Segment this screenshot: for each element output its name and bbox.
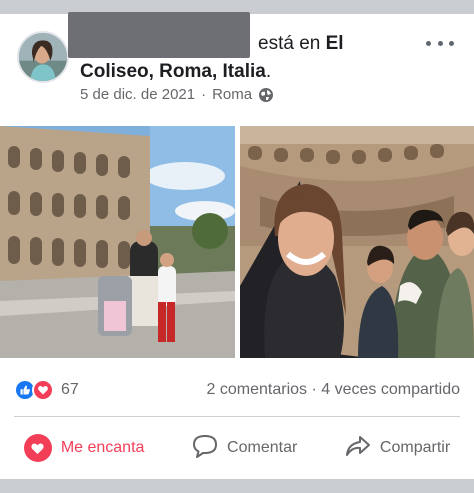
share-label: Compartir — [379, 439, 451, 456]
love-label: Me encanta — [60, 439, 145, 456]
post-meta: 5 de dic. de 2021 · Roma — [80, 86, 274, 103]
post-date[interactable]: 5 de dic. de 2021 — [80, 86, 195, 103]
engagement-counts: 2 comentarios · 4 veces compartido — [207, 381, 460, 399]
post-header: está en El Coliseo, Roma, Italia. — [80, 30, 410, 86]
bottom-frame-strip — [0, 479, 474, 493]
location-link[interactable]: Coliseo, Roma, Italia — [80, 61, 266, 82]
post-place[interactable]: Roma — [212, 86, 252, 103]
photo-colosseum-interior-selfie[interactable] — [240, 126, 474, 358]
post-stats: 67 2 comentarios · 4 veces compartido — [14, 378, 460, 402]
reaction-summary[interactable]: 67 — [14, 379, 79, 401]
divider — [14, 416, 460, 417]
share-button[interactable]: Compartir — [345, 434, 450, 463]
comment-icon — [192, 434, 218, 463]
heart-icon — [32, 379, 54, 401]
globe-icon — [258, 87, 274, 103]
header-period: . — [265, 61, 272, 82]
comment-button[interactable]: Comentar — [192, 434, 297, 463]
action-bar: Me encanta Comentar Compartir — [0, 428, 474, 468]
reaction-count: 67 — [61, 381, 79, 398]
meta-separator: · — [201, 86, 207, 103]
heart-icon — [23, 434, 52, 462]
checkin-verb: está en — [258, 33, 321, 54]
photo-colosseum-family[interactable] — [0, 126, 235, 358]
comments-count[interactable]: 2 comentarios — [207, 381, 308, 398]
comment-label: Comentar — [227, 439, 298, 456]
shares-count[interactable]: 4 veces compartido — [321, 381, 460, 398]
stats-separator: · — [311, 381, 317, 398]
share-icon — [345, 434, 371, 463]
more-options-icon[interactable] — [426, 34, 454, 52]
love-button[interactable]: Me encanta — [23, 434, 145, 462]
location-link-start[interactable]: El — [326, 33, 344, 54]
post-card: está en El Coliseo, Roma, Italia. 5 de d… — [0, 12, 474, 479]
avatar[interactable] — [17, 31, 69, 83]
